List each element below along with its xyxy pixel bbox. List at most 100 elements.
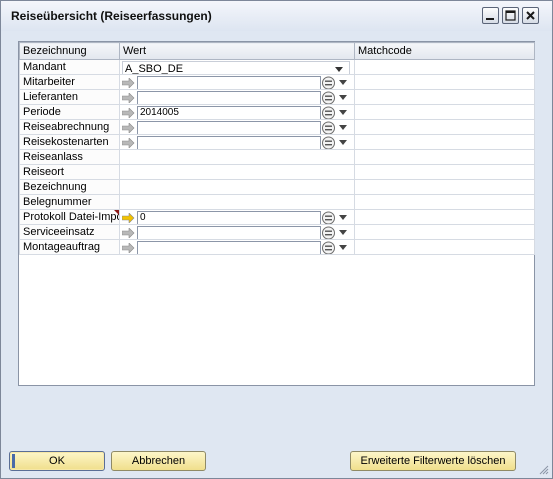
dropdown-arrow-icon[interactable] bbox=[338, 92, 348, 103]
table-row: Bezeichnung bbox=[19, 179, 535, 195]
dropdown-arrow-icon[interactable] bbox=[338, 242, 348, 253]
maximize-icon[interactable] bbox=[502, 7, 519, 24]
value-cell bbox=[119, 149, 355, 165]
matchcode-cell[interactable] bbox=[354, 224, 535, 240]
clear-filters-button[interactable]: Erweiterte Filterwerte löschen bbox=[350, 451, 516, 471]
value-input[interactable] bbox=[137, 241, 321, 254]
value-cell[interactable] bbox=[119, 119, 355, 135]
link-arrow-icon[interactable] bbox=[121, 212, 135, 224]
dropdown-arrow-icon[interactable] bbox=[338, 227, 348, 238]
value-input[interactable] bbox=[137, 136, 321, 149]
grid-header-row: Bezeichnung Wert Matchcode bbox=[19, 42, 535, 60]
value-input[interactable] bbox=[137, 121, 321, 134]
lookup-icon[interactable] bbox=[321, 106, 336, 119]
table-row: Montageauftrag bbox=[19, 239, 535, 255]
row-label: Protokoll Datei-Impo bbox=[19, 209, 120, 225]
dropdown-arrow-icon[interactable] bbox=[338, 122, 348, 133]
title-bar[interactable]: Reiseübersicht (Reiseerfassungen) bbox=[1, 1, 552, 31]
value-input[interactable] bbox=[137, 76, 321, 89]
row-label: Periode bbox=[19, 104, 120, 120]
table-row: Serviceeinsatz bbox=[19, 224, 535, 240]
value-cell[interactable] bbox=[119, 74, 355, 90]
value-input[interactable]: 0 bbox=[137, 211, 321, 224]
row-label: Belegnummer bbox=[19, 194, 120, 210]
column-header-wert[interactable]: Wert bbox=[119, 42, 355, 60]
resize-grip-icon[interactable] bbox=[538, 464, 549, 475]
window-title: Reiseübersicht (Reiseerfassungen) bbox=[11, 9, 212, 23]
value-cell[interactable]: 2014005 bbox=[119, 104, 355, 120]
matchcode-cell[interactable] bbox=[354, 194, 535, 210]
matchcode-cell[interactable] bbox=[354, 134, 535, 150]
lookup-icon[interactable] bbox=[321, 76, 336, 89]
mandant-select[interactable]: A_SBO_DE bbox=[122, 61, 350, 74]
row-label: Serviceeinsatz bbox=[19, 224, 120, 240]
value-cell[interactable] bbox=[119, 239, 355, 255]
value-input[interactable] bbox=[137, 226, 321, 239]
row-label: Reiseort bbox=[19, 164, 120, 180]
matchcode-cell[interactable] bbox=[354, 209, 535, 225]
table-row: Reiseanlass bbox=[19, 149, 535, 165]
dropdown-arrow-icon[interactable] bbox=[338, 77, 348, 88]
table-row: Mandant A_SBO_DE bbox=[19, 59, 535, 75]
matchcode-cell[interactable] bbox=[354, 239, 535, 255]
table-row: Reiseabrechnung bbox=[19, 119, 535, 135]
matchcode-cell[interactable] bbox=[354, 104, 535, 120]
lookup-icon[interactable] bbox=[321, 241, 336, 254]
lookup-icon[interactable] bbox=[321, 211, 336, 224]
column-header-matchcode[interactable]: Matchcode bbox=[354, 42, 535, 60]
table-row: Protokoll Datei-Impo 0 bbox=[19, 209, 535, 225]
dropdown-arrow-icon[interactable] bbox=[338, 107, 348, 118]
close-icon[interactable] bbox=[522, 7, 539, 24]
filter-grid: Bezeichnung Wert Matchcode Mandant A_SBO_… bbox=[18, 41, 535, 386]
dropdown-arrow-icon[interactable] bbox=[338, 137, 348, 148]
table-row: Reiseort bbox=[19, 164, 535, 180]
matchcode-cell[interactable] bbox=[354, 89, 535, 105]
table-row: Periode 2014005 bbox=[19, 104, 535, 120]
row-label: Reiseanlass bbox=[19, 149, 120, 165]
column-header-bezeichnung[interactable]: Bezeichnung bbox=[19, 42, 120, 60]
cancel-button[interactable]: Abbrechen bbox=[111, 451, 206, 471]
matchcode-cell[interactable] bbox=[354, 59, 535, 75]
value-cell[interactable] bbox=[119, 134, 355, 150]
matchcode-cell[interactable] bbox=[354, 119, 535, 135]
dialog-window: Reiseübersicht (Reiseerfassungen) Bezeic… bbox=[0, 0, 553, 479]
lookup-icon[interactable] bbox=[321, 91, 336, 104]
value-cell[interactable]: A_SBO_DE bbox=[119, 59, 355, 75]
lookup-icon[interactable] bbox=[321, 226, 336, 239]
ok-button[interactable]: OK bbox=[9, 451, 105, 471]
row-label: Montageauftrag bbox=[19, 239, 120, 255]
value-cell[interactable]: 0 bbox=[119, 209, 355, 225]
row-label: Mitarbeiter bbox=[19, 74, 120, 90]
table-row: Belegnummer bbox=[19, 194, 535, 210]
filter-table: Bezeichnung Wert Matchcode Mandant A_SBO_… bbox=[19, 42, 535, 255]
matchcode-cell[interactable] bbox=[354, 179, 535, 195]
value-cell[interactable] bbox=[119, 89, 355, 105]
link-arrow-icon[interactable] bbox=[121, 137, 135, 149]
value-cell bbox=[119, 164, 355, 180]
row-label: Reisekostenarten bbox=[19, 134, 120, 150]
link-arrow-icon[interactable] bbox=[121, 242, 135, 254]
matchcode-cell[interactable] bbox=[354, 74, 535, 90]
link-arrow-icon[interactable] bbox=[121, 107, 135, 119]
table-row: Mitarbeiter bbox=[19, 74, 535, 90]
dropdown-arrow-icon[interactable] bbox=[338, 212, 348, 223]
value-input[interactable]: 2014005 bbox=[137, 106, 321, 119]
dialog-body: Bezeichnung Wert Matchcode Mandant A_SBO_… bbox=[1, 31, 552, 478]
table-row: Lieferanten bbox=[19, 89, 535, 105]
row-label: Lieferanten bbox=[19, 89, 120, 105]
table-row: Reisekostenarten bbox=[19, 134, 535, 150]
link-arrow-icon[interactable] bbox=[121, 122, 135, 134]
link-arrow-icon[interactable] bbox=[121, 227, 135, 239]
link-arrow-icon[interactable] bbox=[121, 92, 135, 104]
value-cell bbox=[119, 179, 355, 195]
minimize-icon[interactable] bbox=[482, 7, 499, 24]
link-arrow-icon[interactable] bbox=[121, 77, 135, 89]
lookup-icon[interactable] bbox=[321, 121, 336, 134]
row-label: Reiseabrechnung bbox=[19, 119, 120, 135]
chevron-down-icon[interactable] bbox=[335, 67, 343, 72]
matchcode-cell[interactable] bbox=[354, 164, 535, 180]
matchcode-cell[interactable] bbox=[354, 149, 535, 165]
lookup-icon[interactable] bbox=[321, 136, 336, 149]
value-input[interactable] bbox=[137, 91, 321, 104]
value-cell[interactable] bbox=[119, 224, 355, 240]
